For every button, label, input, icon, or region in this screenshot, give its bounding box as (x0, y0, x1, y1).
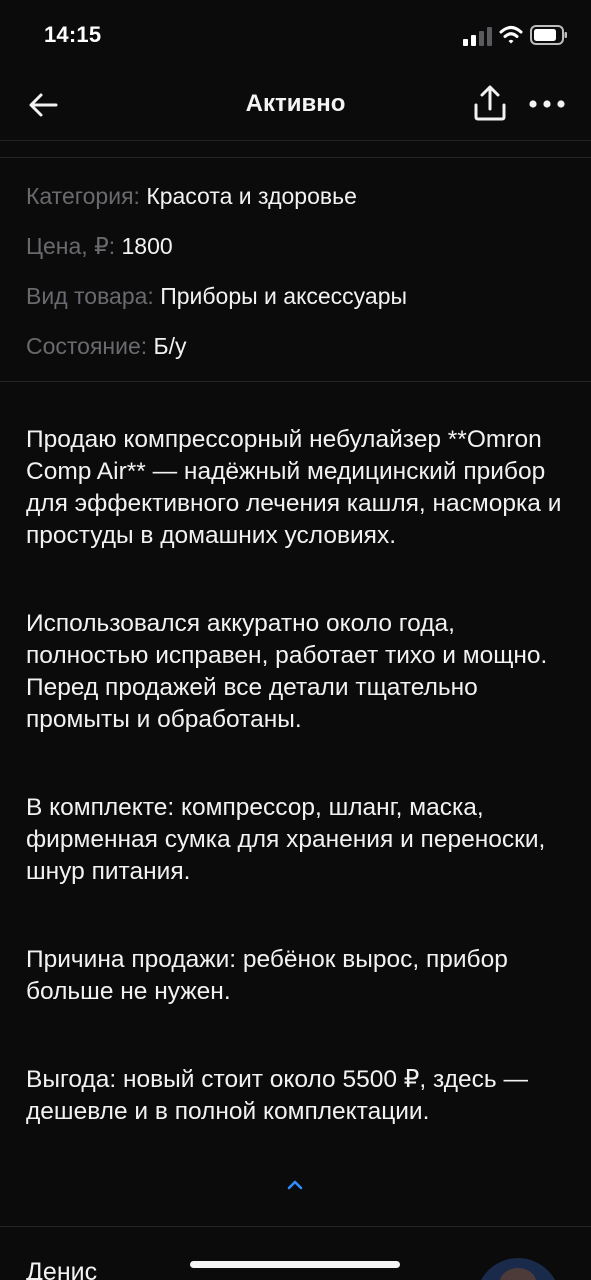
avatar[interactable] (476, 1258, 560, 1280)
cellular-signal-icon (463, 27, 492, 46)
param-condition: Состояние: Б/у (26, 326, 566, 376)
nav-divider (0, 140, 591, 141)
param-category: Категория: Красота и здоровье (26, 176, 566, 226)
param-value: Красота и здоровье (146, 183, 357, 209)
more-icon[interactable] (528, 92, 566, 116)
nav-bar: Активно (0, 72, 591, 138)
param-label: Состояние: (26, 333, 148, 359)
share-icon[interactable] (472, 84, 508, 122)
param-label: Цена, ₽: (26, 233, 116, 259)
chevron-up-icon[interactable] (285, 1176, 305, 1192)
param-value: 1800 (121, 233, 173, 259)
description-paragraph: Продаю компрессорный небулайзер **Omron … (26, 426, 562, 549)
item-description: Продаю компрессорный небулайзер **Omron … (26, 424, 571, 1128)
param-price: Цена, ₽: 1800 (26, 226, 566, 276)
status-time: 14:15 (44, 22, 102, 47)
description-paragraph: Причина продажи: ребёнок вырос, прибор б… (26, 946, 508, 1005)
param-value: Б/у (153, 333, 187, 359)
seller-name[interactable]: Денис (26, 1258, 97, 1280)
screen: 14:15 Активно Категория: Красота и здоро… (0, 0, 591, 1280)
section-divider-params (0, 381, 591, 382)
section-divider-bottom (0, 1226, 591, 1227)
param-item-type: Вид товара: Приборы и аксессуары (26, 276, 566, 326)
description-paragraph: Выгода: новый стоит около 5500 ₽, здесь … (26, 1066, 528, 1125)
param-label: Категория: (26, 183, 140, 209)
item-parameters: Категория: Красота и здоровье Цена, ₽: 1… (26, 176, 566, 376)
param-value: Приборы и аксессуары (160, 283, 408, 309)
battery-icon (530, 25, 567, 45)
status-bar: 14:15 (0, 0, 591, 72)
home-indicator (190, 1261, 400, 1268)
param-label: Вид товара: (26, 283, 154, 309)
wifi-icon (499, 26, 523, 44)
description-paragraph: В комплекте: компрессор, шланг, маска, ф… (26, 794, 546, 885)
description-paragraph: Использовался аккуратно около года, полн… (26, 610, 548, 733)
section-divider-top (0, 157, 591, 158)
